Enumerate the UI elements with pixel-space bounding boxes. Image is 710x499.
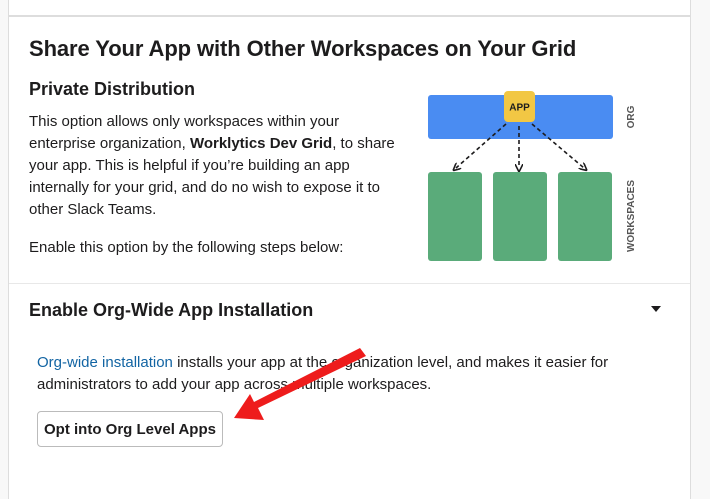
caret-down-icon[interactable] xyxy=(651,306,661,312)
distribution-diagram: APP ORG WORKSPACES xyxy=(428,91,637,261)
workspace-box-3 xyxy=(558,172,612,261)
previous-card-edge xyxy=(8,0,691,16)
org-name: Worklytics Dev Grid xyxy=(189,135,333,152)
org-wide-install-description: Org-wide installation installs your app … xyxy=(37,352,637,396)
org-label: ORG xyxy=(626,105,637,128)
panel-title: Share Your App with Other Workspaces on … xyxy=(29,36,577,61)
app-badge-label: APP xyxy=(509,103,530,114)
workspaces-label: WORKSPACES xyxy=(626,180,637,252)
opt-into-org-level-apps-button[interactable]: Opt into Org Level Apps xyxy=(37,411,223,447)
enable-instructions: Enable this option by the following step… xyxy=(29,239,344,256)
workspace-box-2 xyxy=(493,172,547,261)
org-wide-installation-link[interactable]: Org-wide installation xyxy=(37,354,173,371)
section-divider xyxy=(9,283,690,284)
org-wide-install-heading[interactable]: Enable Org-Wide App Installation xyxy=(29,300,313,321)
workspace-box-1 xyxy=(428,172,482,261)
next-card-edge xyxy=(8,479,691,499)
private-distribution-heading: Private Distribution xyxy=(29,79,196,99)
private-distribution-description: This option allows only workspaces withi… xyxy=(29,111,399,221)
